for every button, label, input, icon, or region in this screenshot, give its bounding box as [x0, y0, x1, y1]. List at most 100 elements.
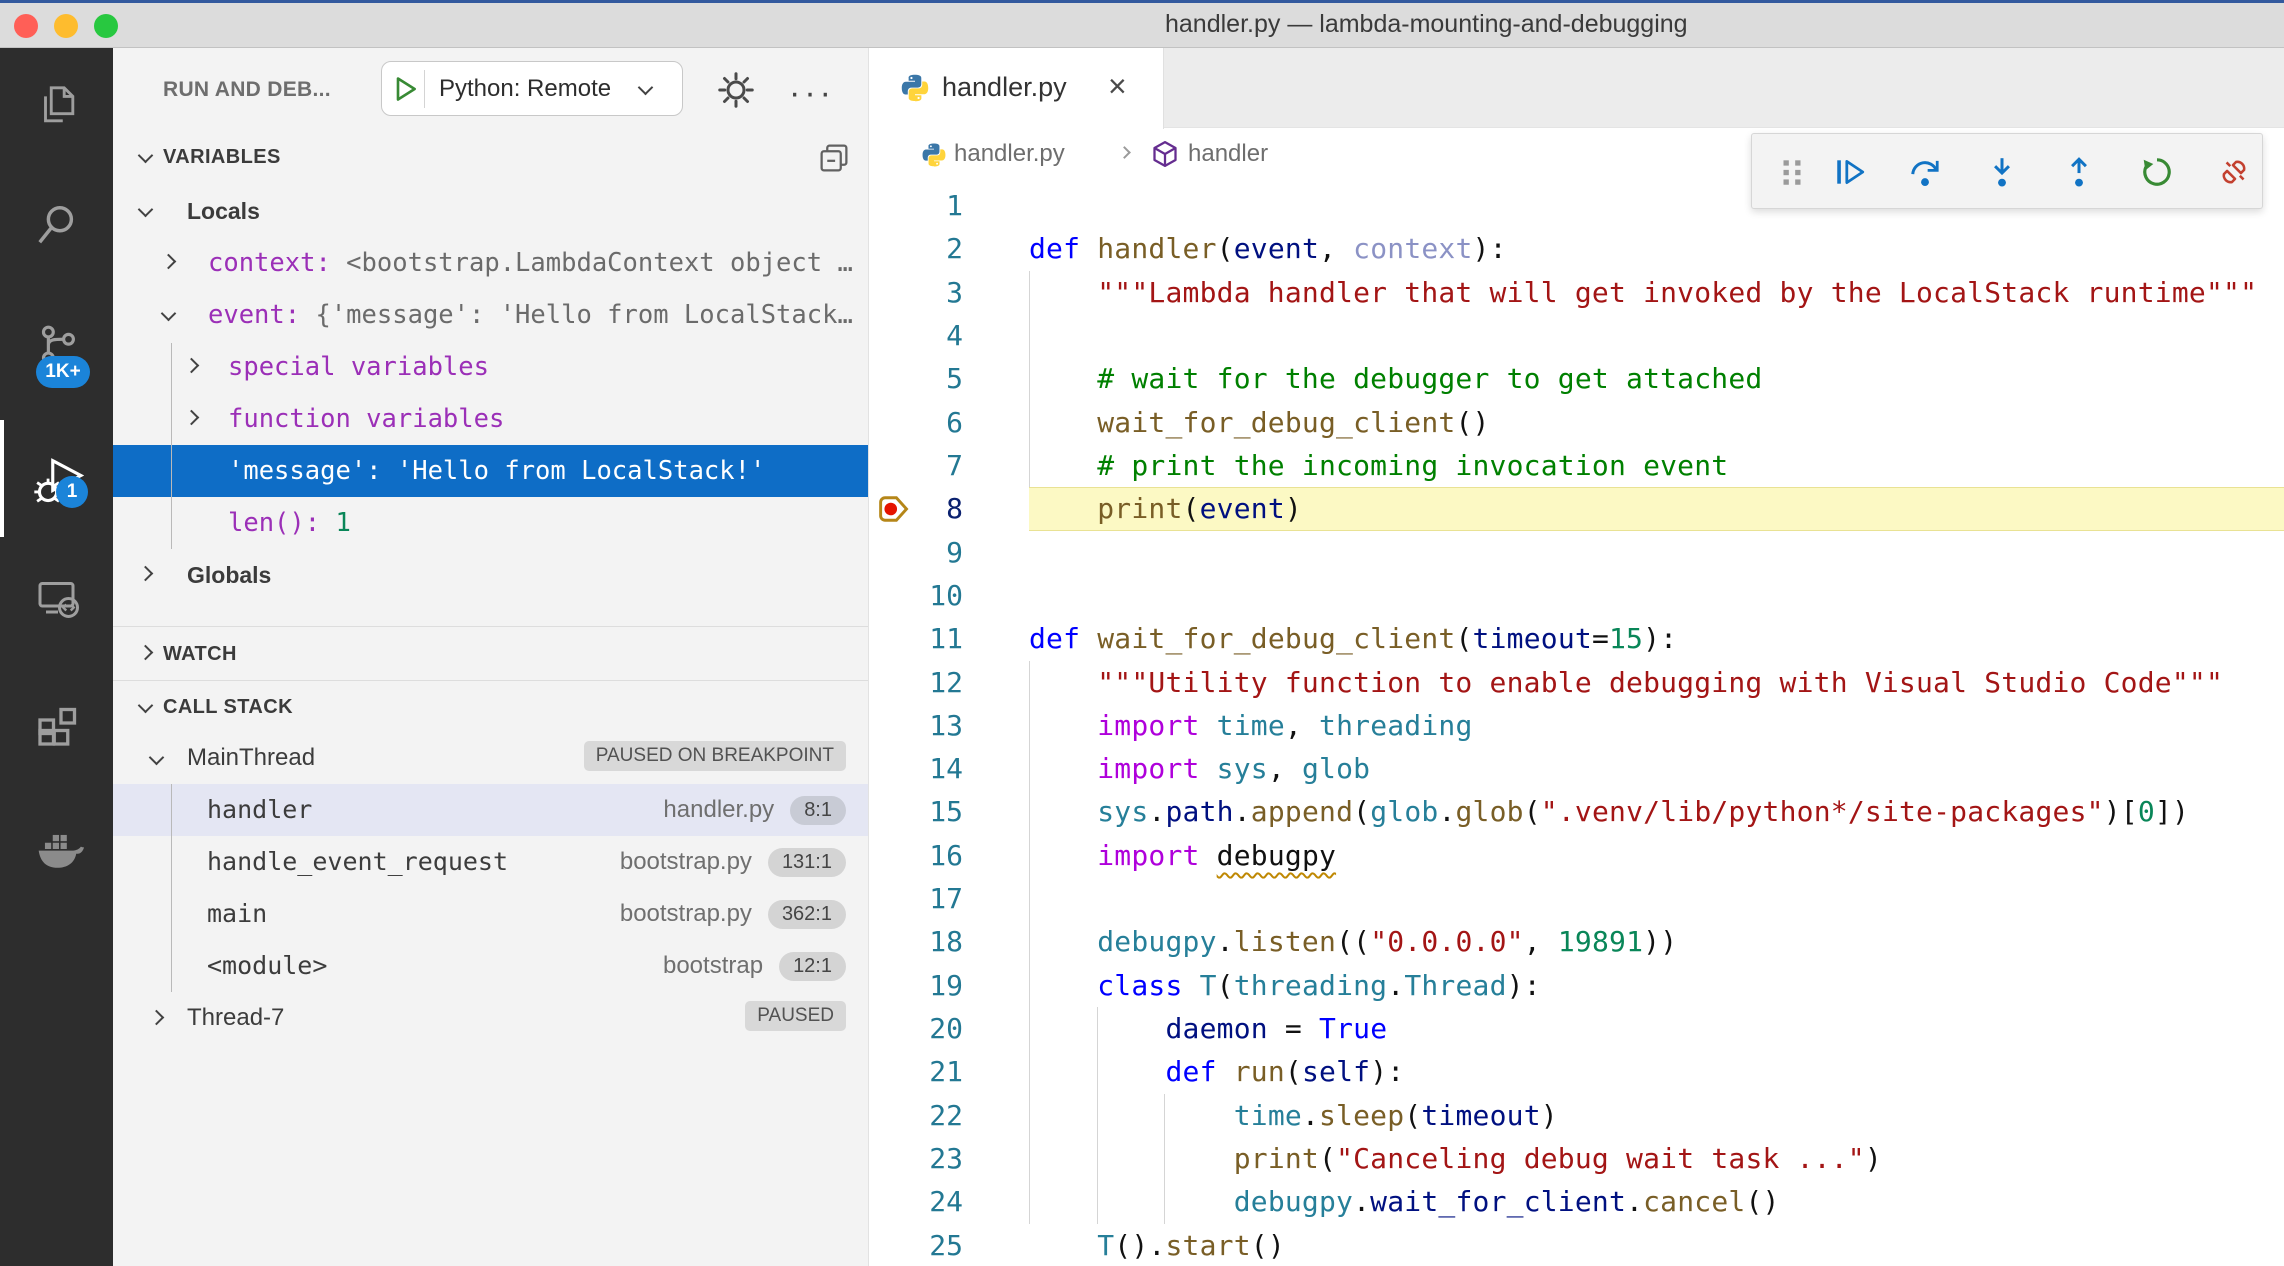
code-line-9[interactable]: 9: [870, 531, 2284, 574]
line-number[interactable]: 24: [870, 1180, 963, 1223]
drag-handle-icon[interactable]: [1775, 155, 1809, 189]
code-line-8[interactable]: 8 print(event): [870, 487, 2284, 530]
variables-row[interactable]: len(): 1: [113, 497, 868, 549]
line-number[interactable]: 11: [870, 617, 963, 660]
code-line-15[interactable]: 15 sys.path.append(glob.glob(".venv/lib/…: [870, 790, 2284, 833]
code-line-11[interactable]: 11def wait_for_debug_client(timeout=15):: [870, 617, 2284, 660]
continue-icon[interactable]: [1833, 155, 1867, 189]
code-line-24[interactable]: 24 debugpy.wait_for_client.cancel(): [870, 1180, 2284, 1223]
variables-row[interactable]: Globals: [113, 549, 868, 601]
section-watch[interactable]: WATCH: [113, 628, 868, 680]
gear-icon[interactable]: [716, 70, 756, 110]
line-number[interactable]: 8: [870, 487, 963, 530]
call-stack-thread-row[interactable]: MainThreadPAUSED ON BREAKPOINT: [113, 732, 868, 784]
code-editor[interactable]: 12def handler(event, context):3 """Lambd…: [870, 180, 2284, 1266]
chevron-down-icon[interactable]: [161, 306, 177, 322]
code-line-16[interactable]: 16 import debugpy: [870, 834, 2284, 877]
traffic-light-maximize[interactable]: [94, 14, 118, 38]
chevron-right-icon[interactable]: [161, 254, 177, 270]
line-number[interactable]: 20: [870, 1007, 963, 1050]
line-number[interactable]: 16: [870, 834, 963, 877]
code-line-19[interactable]: 19 class T(threading.Thread):: [870, 964, 2284, 1007]
call-stack-frame-row[interactable]: mainbootstrap.py362:1: [113, 888, 868, 940]
variables-row[interactable]: Locals: [113, 185, 868, 237]
line-number[interactable]: 19: [870, 964, 963, 1007]
step-over-icon[interactable]: [1908, 155, 1942, 189]
line-number[interactable]: 17: [870, 877, 963, 920]
panels-icon[interactable]: [816, 140, 852, 176]
sidebar-item-run-and-debug[interactable]: 1: [0, 428, 113, 528]
code-line-21[interactable]: 21 def run(self):: [870, 1050, 2284, 1093]
chevron-right-icon[interactable]: [138, 566, 154, 582]
chevron-down-icon[interactable]: [138, 202, 154, 218]
breadcrumb-file[interactable]: handler.py: [954, 140, 1065, 168]
section-call-stack[interactable]: CALL STACK: [113, 682, 868, 732]
line-number[interactable]: 9: [870, 531, 963, 574]
line-number[interactable]: 2: [870, 227, 963, 270]
sidebar-item-remote-explorer[interactable]: [0, 548, 113, 648]
call-stack-thread-row[interactable]: Thread-7PAUSED: [113, 992, 868, 1044]
code-line-25[interactable]: 25 T().start(): [870, 1224, 2284, 1266]
call-stack-frame-row[interactable]: handlerhandler.py8:1: [113, 784, 868, 836]
line-number[interactable]: 3: [870, 271, 963, 314]
sidebar-item-extensions[interactable]: [0, 674, 113, 774]
sidebar-item-source-control[interactable]: 1K+: [0, 294, 113, 394]
code-line-23[interactable]: 23 print("Canceling debug wait task ..."…: [870, 1137, 2284, 1180]
line-number[interactable]: 21: [870, 1050, 963, 1093]
variables-row[interactable]: event: {'message': 'Hello from LocalStac…: [113, 289, 868, 341]
variables-row[interactable]: special variables: [113, 341, 868, 393]
line-number[interactable]: 14: [870, 747, 963, 790]
line-number[interactable]: 15: [870, 790, 963, 833]
section-variables[interactable]: VARIABLES: [113, 130, 868, 185]
tab-close-icon[interactable]: ×: [1108, 68, 1127, 105]
sidebar-item-explorer[interactable]: [0, 54, 113, 154]
code-line-12[interactable]: 12 """Utility function to enable debuggi…: [870, 661, 2284, 704]
variables-row[interactable]: context: <bootstrap.LambdaContext object…: [113, 237, 868, 289]
traffic-light-close[interactable]: [14, 14, 38, 38]
code-line-6[interactable]: 6 wait_for_debug_client(): [870, 401, 2284, 444]
code-line-13[interactable]: 13 import time, threading: [870, 704, 2284, 747]
variables-row[interactable]: 'message': 'Hello from LocalStack!': [113, 445, 868, 497]
line-number[interactable]: 22: [870, 1094, 963, 1137]
tab-handler-py[interactable]: handler.py ×: [870, 48, 1164, 129]
line-number[interactable]: 18: [870, 920, 963, 963]
chevron-right-icon[interactable]: [149, 1010, 165, 1026]
line-number[interactable]: 4: [870, 314, 963, 357]
code-line-18[interactable]: 18 debugpy.listen(("0.0.0.0", 19891)): [870, 920, 2284, 963]
code-line-10[interactable]: 10: [870, 574, 2284, 617]
line-number[interactable]: 13: [870, 704, 963, 747]
step-into-icon[interactable]: [1985, 155, 2019, 189]
line-number[interactable]: 1: [870, 184, 963, 227]
disconnect-icon[interactable]: [2217, 155, 2251, 189]
call-stack-frame-row[interactable]: <module>bootstrap12:1: [113, 940, 868, 992]
chevron-right-icon[interactable]: [184, 410, 200, 426]
line-number[interactable]: 10: [870, 574, 963, 617]
restart-icon[interactable]: [2140, 155, 2174, 189]
traffic-light-minimize[interactable]: [54, 14, 78, 38]
code-line-7[interactable]: 7 # print the incoming invocation event: [870, 444, 2284, 487]
breadcrumb-symbol[interactable]: handler: [1188, 140, 1268, 168]
chevron-right-icon[interactable]: [184, 358, 200, 374]
code-line-20[interactable]: 20 daemon = True: [870, 1007, 2284, 1050]
code-line-17[interactable]: 17: [870, 877, 2284, 920]
step-out-icon[interactable]: [2062, 155, 2096, 189]
call-stack-frame-row[interactable]: handle_event_requestbootstrap.py131:1: [113, 836, 868, 888]
sidebar-item-search[interactable]: [0, 174, 113, 274]
more-actions-icon[interactable]: ···: [789, 74, 835, 113]
chevron-down-icon[interactable]: [149, 750, 165, 766]
line-number[interactable]: 23: [870, 1137, 963, 1180]
sidebar-item-docker[interactable]: [0, 796, 113, 896]
code-line-3[interactable]: 3 """Lambda handler that will get invoke…: [870, 271, 2284, 314]
start-debug-icon[interactable]: [391, 75, 419, 103]
variables-row[interactable]: function variables: [113, 393, 868, 445]
line-number[interactable]: 12: [870, 661, 963, 704]
code-line-22[interactable]: 22 time.sleep(timeout): [870, 1094, 2284, 1137]
line-number[interactable]: 7: [870, 444, 963, 487]
code-line-2[interactable]: 2def handler(event, context):: [870, 227, 2284, 270]
line-number[interactable]: 25: [870, 1224, 963, 1266]
code-line-14[interactable]: 14 import sys, glob: [870, 747, 2284, 790]
line-number[interactable]: 5: [870, 357, 963, 400]
launch-config-dropdown[interactable]: Python: Remote: [381, 61, 683, 116]
code-line-4[interactable]: 4: [870, 314, 2284, 357]
line-number[interactable]: 6: [870, 401, 963, 444]
